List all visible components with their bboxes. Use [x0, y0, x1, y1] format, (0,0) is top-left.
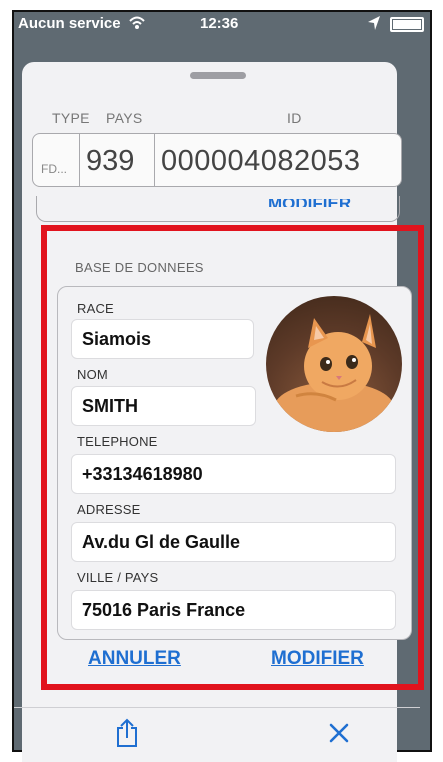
- id-number-value: 000004082053: [161, 145, 361, 177]
- close-icon[interactable]: [328, 722, 350, 749]
- sheet-grabber[interactable]: [190, 72, 246, 79]
- divider: [79, 134, 80, 186]
- phone-label: TELEPHONE: [77, 434, 158, 449]
- divider: [154, 134, 155, 186]
- wifi-icon: [128, 12, 146, 36]
- toolbar-divider: [14, 707, 420, 708]
- kitten-photo-avatar[interactable]: [266, 296, 402, 432]
- cancel-button[interactable]: ANNULER: [88, 648, 181, 670]
- hidden-edit-link[interactable]: MODIFIER: [268, 199, 351, 207]
- id-column-label: ID: [287, 110, 302, 126]
- share-icon[interactable]: [115, 718, 139, 753]
- city-label: VILLE / PAYS: [77, 570, 159, 585]
- race-field[interactable]: Siamois: [71, 319, 254, 359]
- address-field[interactable]: Av.du Gl de Gaulle: [71, 522, 396, 562]
- carrier-label: Aucun service: [18, 15, 121, 32]
- type-column-label: TYPE: [52, 110, 90, 126]
- address-label: ADRESSE: [77, 502, 141, 517]
- clock: 12:36: [200, 15, 239, 32]
- database-section-title: BASE DE DONNEES: [75, 260, 204, 275]
- city-field[interactable]: 75016 Paris France: [71, 590, 396, 630]
- phone-field[interactable]: +33134618980: [71, 454, 396, 494]
- name-label: NOM: [77, 367, 108, 382]
- battery-icon: [390, 17, 424, 32]
- race-label: RACE: [77, 301, 114, 316]
- status-bar: Aucun service 12:36: [14, 12, 430, 36]
- id-type-value: FD...: [41, 162, 67, 176]
- id-country-value: 939: [86, 145, 135, 177]
- edit-button[interactable]: MODIFIER: [271, 648, 364, 670]
- id-display: FD... 939 000004082053: [32, 133, 402, 187]
- kitten-icon: [274, 314, 394, 432]
- country-column-label: PAYS: [106, 110, 143, 126]
- name-field[interactable]: SMITH: [71, 386, 256, 426]
- location-arrow-icon: [366, 14, 382, 36]
